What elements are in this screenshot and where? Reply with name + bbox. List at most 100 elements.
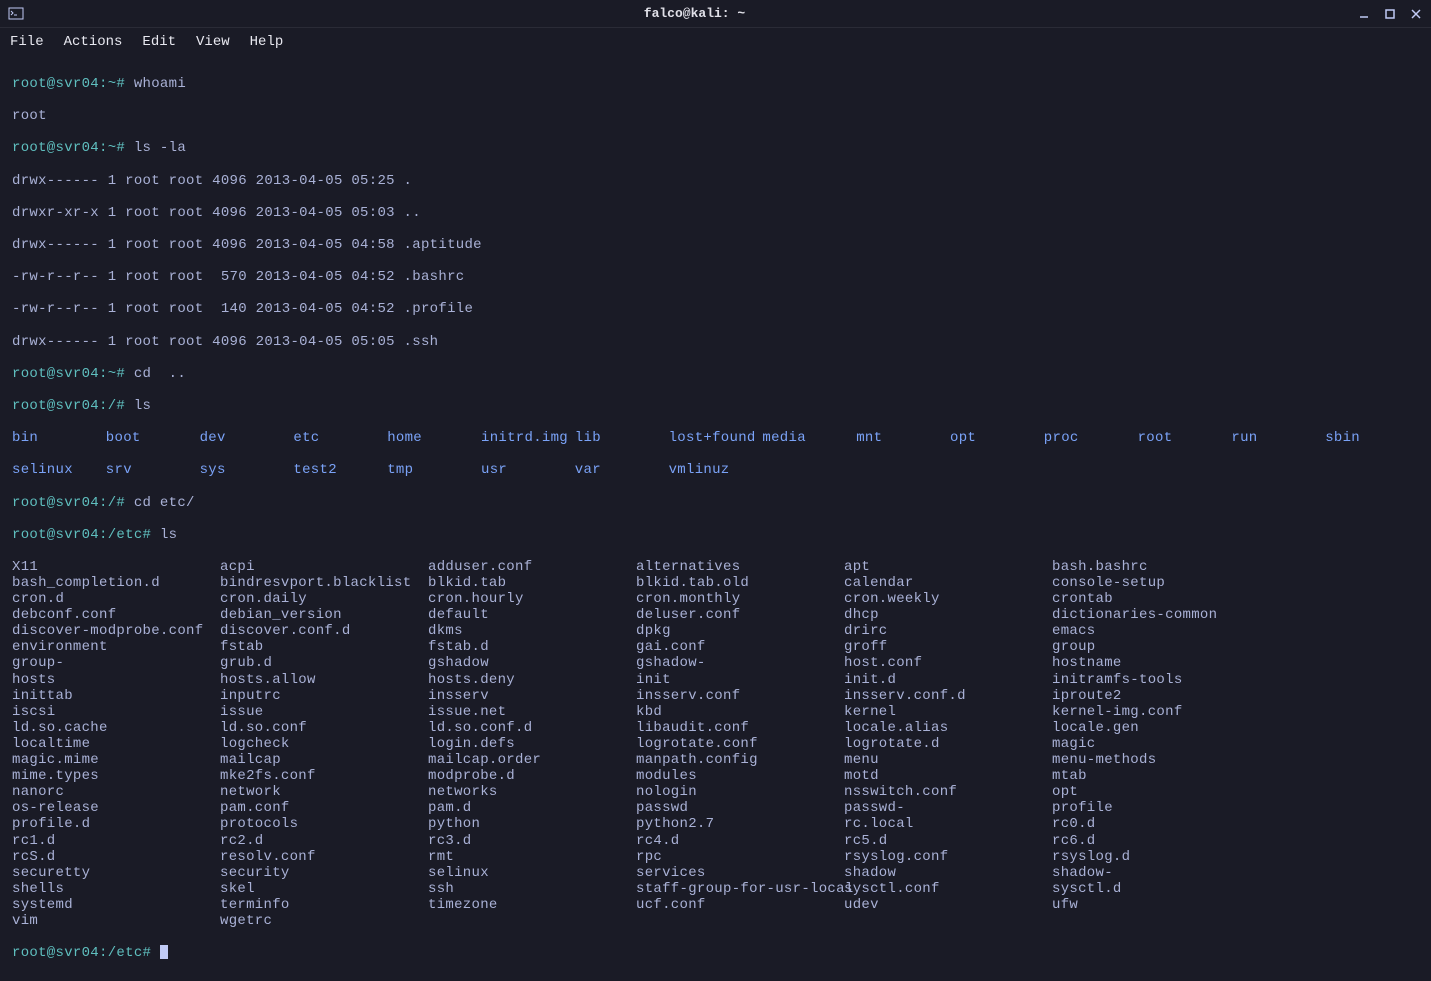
file-entry: cron.hourly	[428, 591, 636, 607]
file-entry: protocols	[220, 816, 428, 832]
file-entry: init	[636, 672, 844, 688]
file-entry: cron.d	[12, 591, 220, 607]
file-entry: insserv.conf	[636, 688, 844, 704]
file-entry: services	[636, 865, 844, 881]
output-line: drwx------ 1 root root 4096 2013-04-05 0…	[12, 237, 1419, 253]
menu-actions[interactable]: Actions	[64, 34, 123, 50]
command-text: ls	[160, 527, 177, 543]
file-entry: init.d	[844, 672, 1052, 688]
window-titlebar: falco@kali: ~	[0, 0, 1431, 28]
file-entry: debian_version	[220, 607, 428, 623]
file-entry: groff	[844, 639, 1052, 655]
file-entry: timezone	[428, 897, 636, 913]
file-entry: network	[220, 784, 428, 800]
file-entry: rc3.d	[428, 833, 636, 849]
menu-edit[interactable]: Edit	[142, 34, 176, 50]
file-entry: host.conf	[844, 655, 1052, 671]
root-dir-listing-row2: selinuxsrvsystest2tmpusrvarvmlinuz	[12, 462, 1419, 478]
file-entry: dpkg	[636, 623, 844, 639]
file-entry: networks	[428, 784, 636, 800]
file-entry: inittab	[12, 688, 220, 704]
file-entry: ufw	[1052, 897, 1260, 913]
dir-entry: run	[1231, 430, 1325, 446]
file-entry: logrotate.d	[844, 736, 1052, 752]
file-entry: acpi	[220, 559, 428, 575]
file-entry: magic	[1052, 736, 1260, 752]
file-entry: vim	[12, 913, 220, 929]
dir-entry: lost+found	[669, 430, 763, 446]
prompt: root@svr04:~#	[12, 140, 134, 156]
file-entry: python2.7	[636, 816, 844, 832]
command-text: cd etc/	[134, 495, 195, 511]
file-entry: sysctl.d	[1052, 881, 1260, 897]
file-entry: libaudit.conf	[636, 720, 844, 736]
file-entry: modprobe.d	[428, 768, 636, 784]
file-entry: locale.gen	[1052, 720, 1260, 736]
file-entry: localtime	[12, 736, 220, 752]
file-entry	[844, 913, 1052, 929]
dir-entry: boot	[106, 430, 200, 446]
menu-file[interactable]: File	[10, 34, 44, 50]
file-entry: default	[428, 607, 636, 623]
file-entry: resolv.conf	[220, 849, 428, 865]
file-entry: nsswitch.conf	[844, 784, 1052, 800]
menu-view[interactable]: View	[196, 34, 230, 50]
menu-help[interactable]: Help	[250, 34, 284, 50]
dir-entry: sbin	[1325, 430, 1419, 446]
file-entry: mailcap.order	[428, 752, 636, 768]
file-entry: nologin	[636, 784, 844, 800]
file-entry: cron.monthly	[636, 591, 844, 607]
file-entry: ld.so.conf	[220, 720, 428, 736]
file-entry: terminfo	[220, 897, 428, 913]
file-entry: security	[220, 865, 428, 881]
file-entry: insserv.conf.d	[844, 688, 1052, 704]
terminal-icon	[8, 6, 24, 22]
dir-entry: tmp	[387, 462, 481, 478]
output-line: drwxr-xr-x 1 root root 4096 2013-04-05 0…	[12, 205, 1419, 221]
file-entry: blkid.tab	[428, 575, 636, 591]
dir-entry: var	[575, 462, 669, 478]
file-entry	[636, 913, 844, 929]
dir-entry: dev	[200, 430, 294, 446]
file-entry: pam.conf	[220, 800, 428, 816]
file-entry: gai.conf	[636, 639, 844, 655]
minimize-button[interactable]	[1357, 7, 1371, 21]
dir-entry: bin	[12, 430, 106, 446]
file-entry: wgetrc	[220, 913, 428, 929]
dir-entry: etc	[293, 430, 387, 446]
file-entry: initramfs-tools	[1052, 672, 1260, 688]
file-entry: passwd-	[844, 800, 1052, 816]
file-entry: fstab	[220, 639, 428, 655]
file-entry: fstab.d	[428, 639, 636, 655]
file-entry: hostname	[1052, 655, 1260, 671]
file-entry: modules	[636, 768, 844, 784]
terminal-output[interactable]: root@svr04:~# whoami root root@svr04:~# …	[0, 56, 1431, 981]
file-entry: rc2.d	[220, 833, 428, 849]
file-entry: mtab	[1052, 768, 1260, 784]
close-button[interactable]	[1409, 7, 1423, 21]
file-entry: dhcp	[844, 607, 1052, 623]
file-entry: console-setup	[1052, 575, 1260, 591]
file-entry: dictionaries-common	[1052, 607, 1260, 623]
file-entry: login.defs	[428, 736, 636, 752]
file-entry: pam.d	[428, 800, 636, 816]
maximize-button[interactable]	[1383, 7, 1397, 21]
file-entry: bindresvport.blacklist	[220, 575, 428, 591]
file-entry: alternatives	[636, 559, 844, 575]
file-entry: cron.daily	[220, 591, 428, 607]
file-entry: kernel	[844, 704, 1052, 720]
file-entry: adduser.conf	[428, 559, 636, 575]
file-entry	[428, 913, 636, 929]
file-entry: shadow-	[1052, 865, 1260, 881]
file-entry: securetty	[12, 865, 220, 881]
file-entry: mke2fs.conf	[220, 768, 428, 784]
file-entry: passwd	[636, 800, 844, 816]
file-entry: iproute2	[1052, 688, 1260, 704]
file-entry: emacs	[1052, 623, 1260, 639]
file-entry: iscsi	[12, 704, 220, 720]
file-entry: logrotate.conf	[636, 736, 844, 752]
dir-entry: home	[387, 430, 481, 446]
file-entry: motd	[844, 768, 1052, 784]
file-entry: profile.d	[12, 816, 220, 832]
file-entry: dkms	[428, 623, 636, 639]
